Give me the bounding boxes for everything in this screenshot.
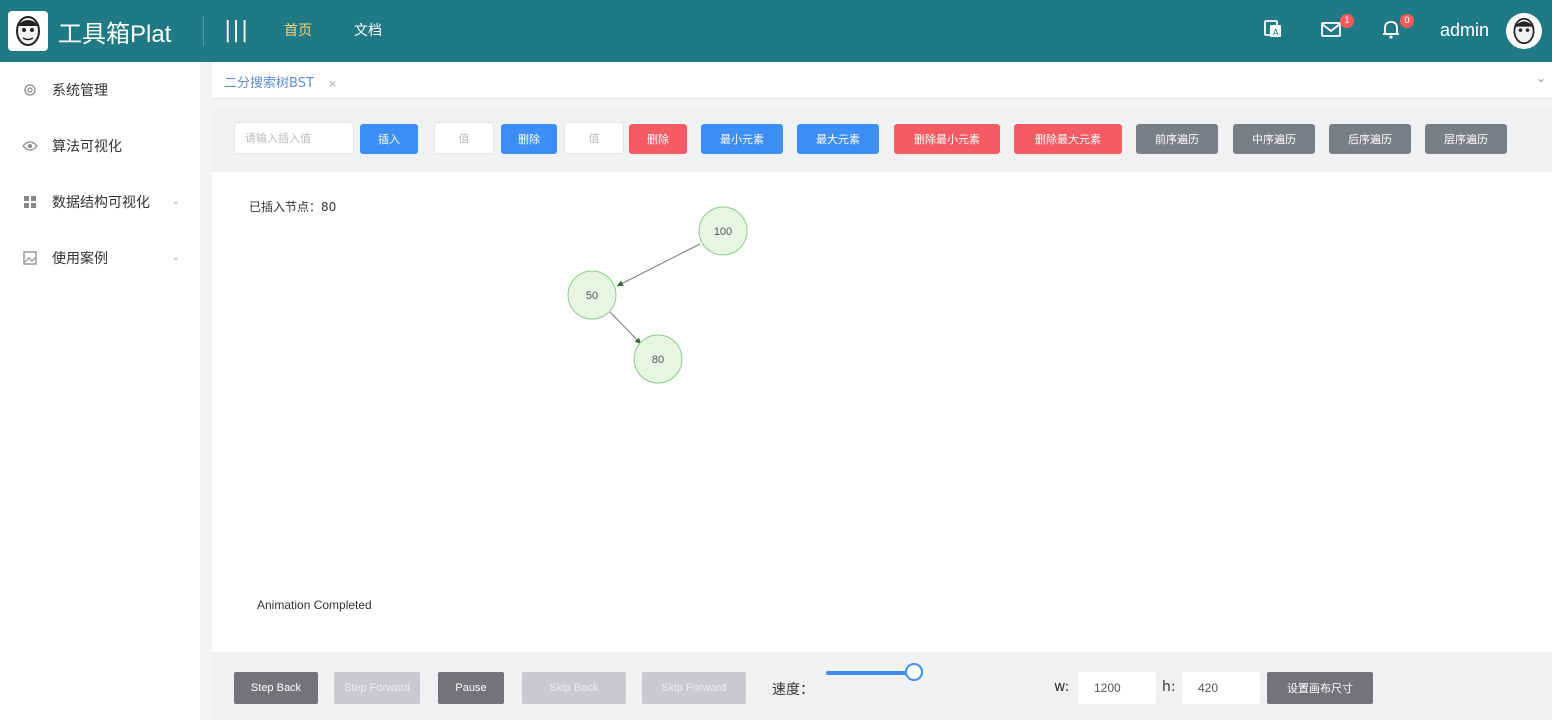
sidebar-item-label: 算法可视化: [52, 139, 122, 155]
bst-tree: 100 50 80: [567, 206, 748, 384]
inorder-button[interactable]: 中序遍历: [1233, 124, 1315, 154]
canvas-height-input[interactable]: 420: [1182, 672, 1260, 704]
sidebar-item-label: 数据结构可视化: [52, 195, 150, 211]
speed-slider-handle[interactable]: [905, 663, 924, 681]
user-avatar[interactable]: [1506, 13, 1542, 49]
tab-bst[interactable]: 二分搜索树BST ×: [224, 72, 337, 91]
skip-back-button[interactable]: Skip Back: [522, 672, 626, 704]
step-back-button[interactable]: Step Back: [234, 672, 318, 704]
svg-text:A: A: [1273, 28, 1279, 37]
sidebar-item-cases[interactable]: 使用案例 ⌄: [0, 230, 200, 286]
chevron-down-icon[interactable]: ⌄: [1536, 71, 1546, 85]
remove-max-button[interactable]: 删除最大元素: [1014, 124, 1122, 154]
logo-avatar: [8, 11, 48, 51]
user-name[interactable]: admin: [1440, 20, 1489, 41]
tree-edge: [616, 243, 701, 287]
sidebar-item-label: 系统管理: [52, 83, 108, 99]
speed-slider-track[interactable]: [826, 671, 915, 675]
levelorder-button[interactable]: 层序遍历: [1425, 124, 1507, 154]
value-input-2[interactable]: 值: [564, 122, 624, 154]
translate-icon[interactable]: A: [1262, 18, 1288, 44]
sidebar-item-data-structure[interactable]: 数据结构可视化 ⌄: [0, 174, 200, 230]
tree-edge: [609, 311, 642, 345]
tree-node: 80: [633, 334, 683, 384]
height-label: h:: [1162, 679, 1176, 695]
step-forward-button[interactable]: Step Forward: [334, 672, 420, 704]
insert-value-input[interactable]: 请输入插入值: [234, 122, 354, 154]
animation-controls: Step Back Step Forward Pause Skip Back S…: [212, 652, 1552, 720]
animation-message: Animation Completed: [257, 598, 372, 612]
tree-node: 50: [567, 270, 617, 320]
node-label: 50: [586, 290, 598, 302]
bell-badge: 0: [1400, 14, 1414, 28]
node-label: 100: [714, 226, 732, 238]
max-element-button[interactable]: 最大元素: [797, 124, 879, 154]
header-divider: [203, 16, 204, 46]
insert-button[interactable]: 插入: [360, 124, 418, 154]
preorder-button[interactable]: 前序遍历: [1136, 124, 1218, 154]
delete-button[interactable]: 删除: [501, 124, 557, 154]
chevron-down-icon: ⌄: [171, 252, 180, 263]
mail-badge: 1: [1340, 14, 1354, 28]
bell-icon[interactable]: 0: [1380, 14, 1414, 44]
remove-min-button[interactable]: 删除最小元素: [894, 124, 1000, 154]
top-header: 工具箱Plat ||| 首页 文档 A 1 0 admin: [0, 0, 1552, 62]
chevron-down-icon: ⌄: [171, 196, 180, 207]
menu-toggle-icon[interactable]: |||: [224, 18, 249, 43]
min-element-button[interactable]: 最小元素: [701, 124, 783, 154]
tab-label: 二分搜索树BST: [224, 76, 314, 91]
skip-forward-button[interactable]: Skip Forward: [642, 672, 746, 704]
postorder-button[interactable]: 后序遍历: [1329, 124, 1411, 154]
sidebar-item-label: 使用案例: [52, 251, 108, 267]
canvas-width-input[interactable]: 1200: [1078, 672, 1156, 704]
sidebar-item-algorithm[interactable]: 算法可视化: [0, 118, 200, 174]
speed-label: 速度：: [772, 682, 814, 698]
nav-home[interactable]: 首页: [284, 20, 312, 40]
operation-toolbar: 请输入插入值 插入 值 删除 值 删除 最小元素 最大元素 删除最小元素 删除最…: [212, 108, 1552, 172]
set-canvas-size-button[interactable]: 设置画布尺寸: [1267, 672, 1373, 704]
width-label: w:: [1054, 679, 1070, 695]
tree-node: 100: [698, 206, 748, 256]
mail-icon[interactable]: 1: [1320, 14, 1354, 44]
remove-button[interactable]: 删除: [629, 124, 687, 154]
eye-icon: [22, 138, 38, 154]
value-input[interactable]: 值: [434, 122, 494, 154]
image-icon: [22, 250, 38, 266]
grid-icon: [22, 194, 38, 210]
settings-icon: [22, 82, 38, 98]
brand-title: 工具箱Plat: [58, 21, 172, 48]
tabs-bar: 二分搜索树BST × ⌄: [212, 62, 1552, 99]
close-icon[interactable]: ×: [328, 77, 337, 90]
nav-docs[interactable]: 文档: [354, 20, 382, 40]
sidebar-item-system[interactable]: 系统管理: [0, 62, 200, 118]
sidebar: 系统管理 算法可视化 数据结构可视化 ⌄ 使用案例 ⌄: [0, 62, 200, 720]
node-label: 80: [652, 354, 664, 366]
visualization-canvas[interactable]: 已插入节点：80 100 50 80 Animation Completed: [212, 172, 1552, 652]
pause-button[interactable]: Pause: [438, 672, 504, 704]
